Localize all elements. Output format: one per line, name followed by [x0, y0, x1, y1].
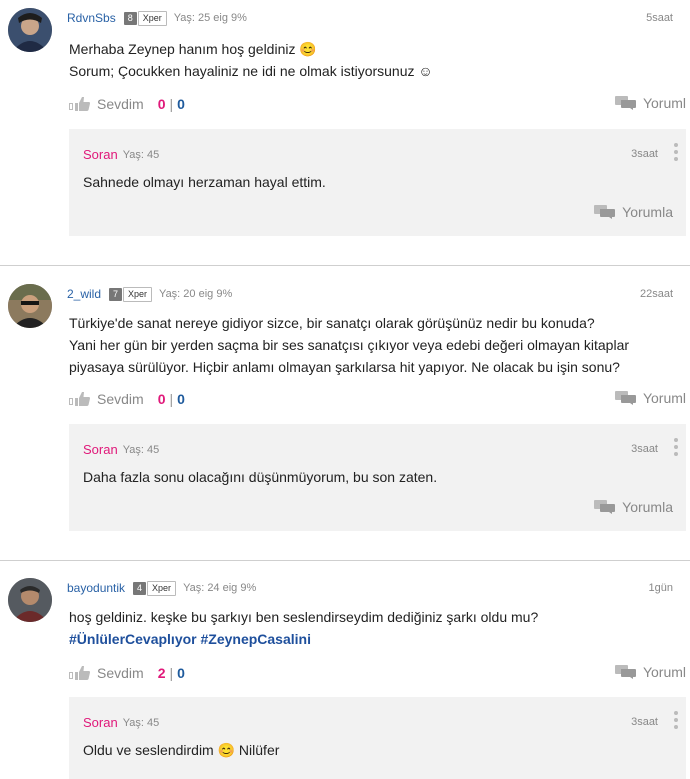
xper-badge: Xper: [147, 580, 177, 596]
vote-separator: |: [169, 665, 174, 681]
reply-label: Yorumla: [622, 204, 673, 220]
username-link[interactable]: bayoduntik: [67, 581, 125, 595]
reply-box: Soran Yaş: 45 3saat Sahnede olmayı herza…: [69, 129, 686, 236]
more-vertical-icon[interactable]: [674, 438, 678, 458]
reply-text: Daha fazla sonu olacağını düşünmüyorum, …: [83, 469, 438, 485]
comment-actions: Sevdim 0 | 0: [69, 95, 185, 113]
reply-text: Oldu ve seslendirdim 😊 Nilüfer: [83, 742, 280, 758]
comment-actions: Sevdim 0 | 0: [69, 390, 185, 408]
reply-header: Soran Yaş: 45: [83, 147, 159, 162]
comment-line: hoş geldiniz. keşke bu şarkıyı ben sesle…: [69, 609, 539, 625]
user-age: Yaş: 24 eig 9%: [183, 582, 257, 594]
user-age: Yaş: 20 eig 9%: [159, 288, 233, 300]
vote-counts: 2 | 0: [158, 665, 185, 681]
more-vertical-icon[interactable]: [674, 711, 678, 731]
reply-box: Soran Yaş: 45 3saat Daha fazla sonu olac…: [69, 424, 686, 531]
level-badge: 4: [133, 581, 147, 595]
comment-line: piyasaya sürülüyor. Hiçbir anlamı olmaya…: [69, 359, 620, 375]
hashtags-link[interactable]: #ÜnlülerCevaplıyor #ZeynepCasalini: [69, 628, 679, 650]
up-votes-count: 2: [157, 665, 166, 681]
reply-username-link[interactable]: Soran: [83, 715, 118, 730]
avatar[interactable]: [8, 284, 52, 328]
down-votes-count: 0: [177, 96, 185, 112]
reply-label: Yoruml: [642, 390, 686, 406]
vote-separator: |: [169, 391, 174, 407]
chat-bubble-icon: [614, 96, 637, 110]
user-age: Yaş: 25 eig 9%: [173, 12, 247, 24]
reply-header: Soran Yaş: 45: [83, 715, 159, 730]
reply-header: Soran Yaş: 45: [83, 442, 159, 457]
comment-text: Merhaba Zeynep hanım hoş geldiniz 😊 Soru…: [69, 38, 679, 82]
reply-button[interactable]: Yorumla: [594, 204, 673, 220]
thumbs-up-icon[interactable]: [69, 392, 91, 406]
xper-badge: Xper: [137, 10, 167, 26]
vote-separator: |: [169, 96, 174, 112]
reply-label: Yorumla: [622, 499, 673, 515]
chat-bubble-icon: [614, 665, 637, 679]
reply-time: 3saat: [631, 716, 658, 728]
comment-line: Merhaba Zeynep hanım hoş geldiniz 😊: [69, 41, 317, 57]
reply-box: Soran Yaş: 45 3saat Oldu ve seslendirdim…: [69, 697, 686, 779]
up-votes-count: 0: [157, 96, 166, 112]
reply-user-age: Yaş: 45: [122, 443, 160, 456]
comment-header: 2_wild 7 Xper Yaş: 20 eig 9%: [67, 286, 232, 302]
comment-text: hoş geldiniz. keşke bu şarkıyı ben sesle…: [69, 606, 679, 650]
thumbs-up-icon[interactable]: [69, 97, 91, 111]
comment-header: RdvnSbs 8 Xper Yaş: 25 eig 9%: [67, 10, 247, 26]
more-vertical-icon[interactable]: [674, 143, 678, 163]
username-link[interactable]: 2_wild: [67, 287, 101, 301]
reply-label: Yoruml: [642, 95, 686, 111]
reply-user-age: Yaş: 45: [122, 148, 160, 161]
level-badge: 7: [109, 287, 123, 301]
reply-button[interactable]: Yorumla: [594, 499, 673, 515]
chat-bubble-icon: [594, 205, 616, 219]
level-badge: 8: [123, 11, 137, 25]
reply-time: 3saat: [631, 443, 658, 455]
down-votes-count: 0: [177, 665, 185, 681]
reply-user-age: Yaş: 45: [122, 716, 160, 729]
vote-counts: 0 | 0: [158, 96, 185, 112]
down-votes-count: 0: [177, 391, 185, 407]
reply-button[interactable]: Yoruml: [614, 95, 686, 111]
comment-line: Sorum; Çocukken hayaliniz ne idi ne olma…: [69, 63, 433, 79]
comment: RdvnSbs 8 Xper Yaş: 25 eig 9% 5saat Merh…: [0, 0, 690, 265]
divider: [0, 265, 690, 266]
comment-time: 1gün: [648, 582, 673, 594]
reply-button[interactable]: Yoruml: [614, 390, 686, 406]
comment-text: Türkiye'de sanat nereye gidiyor sizce, b…: [69, 312, 679, 378]
chat-bubble-icon: [594, 500, 616, 514]
up-votes-count: 0: [157, 391, 166, 407]
username-link[interactable]: RdvnSbs: [67, 11, 116, 25]
comment: 2_wild 7 Xper Yaş: 20 eig 9% 22saat Türk…: [0, 276, 690, 560]
vote-counts: 0 | 0: [158, 391, 185, 407]
reply-username-link[interactable]: Soran: [83, 147, 118, 162]
reply-text: Sahnede olmayı herzaman hayal ettim.: [83, 174, 326, 190]
comment-line: Yani her gün bir yerden saçma bir ses sa…: [69, 337, 630, 353]
reply-username-link[interactable]: Soran: [83, 442, 118, 457]
comment-time: 5saat: [646, 12, 673, 24]
comment-time: 22saat: [639, 288, 673, 300]
xper-badge: Xper: [123, 286, 153, 302]
comment: bayoduntik 4 Xper Yaş: 24 eig 9% 1gün ho…: [0, 570, 690, 779]
divider: [0, 560, 690, 561]
like-button[interactable]: Sevdim: [97, 391, 144, 407]
like-button[interactable]: Sevdim: [97, 96, 144, 112]
comment-line: Türkiye'de sanat nereye gidiyor sizce, b…: [69, 315, 595, 331]
chat-bubble-icon: [614, 391, 637, 405]
like-button[interactable]: Sevdim: [97, 665, 144, 681]
avatar[interactable]: [8, 578, 52, 622]
avatar[interactable]: [8, 8, 52, 52]
reply-time: 3saat: [631, 148, 658, 160]
thumbs-up-icon[interactable]: [69, 666, 91, 680]
comment-header: bayoduntik 4 Xper Yaş: 24 eig 9%: [67, 580, 256, 596]
reply-label: Yoruml: [642, 664, 686, 680]
reply-button[interactable]: Yoruml: [614, 664, 686, 680]
comment-actions: Sevdim 2 | 0: [69, 664, 185, 682]
